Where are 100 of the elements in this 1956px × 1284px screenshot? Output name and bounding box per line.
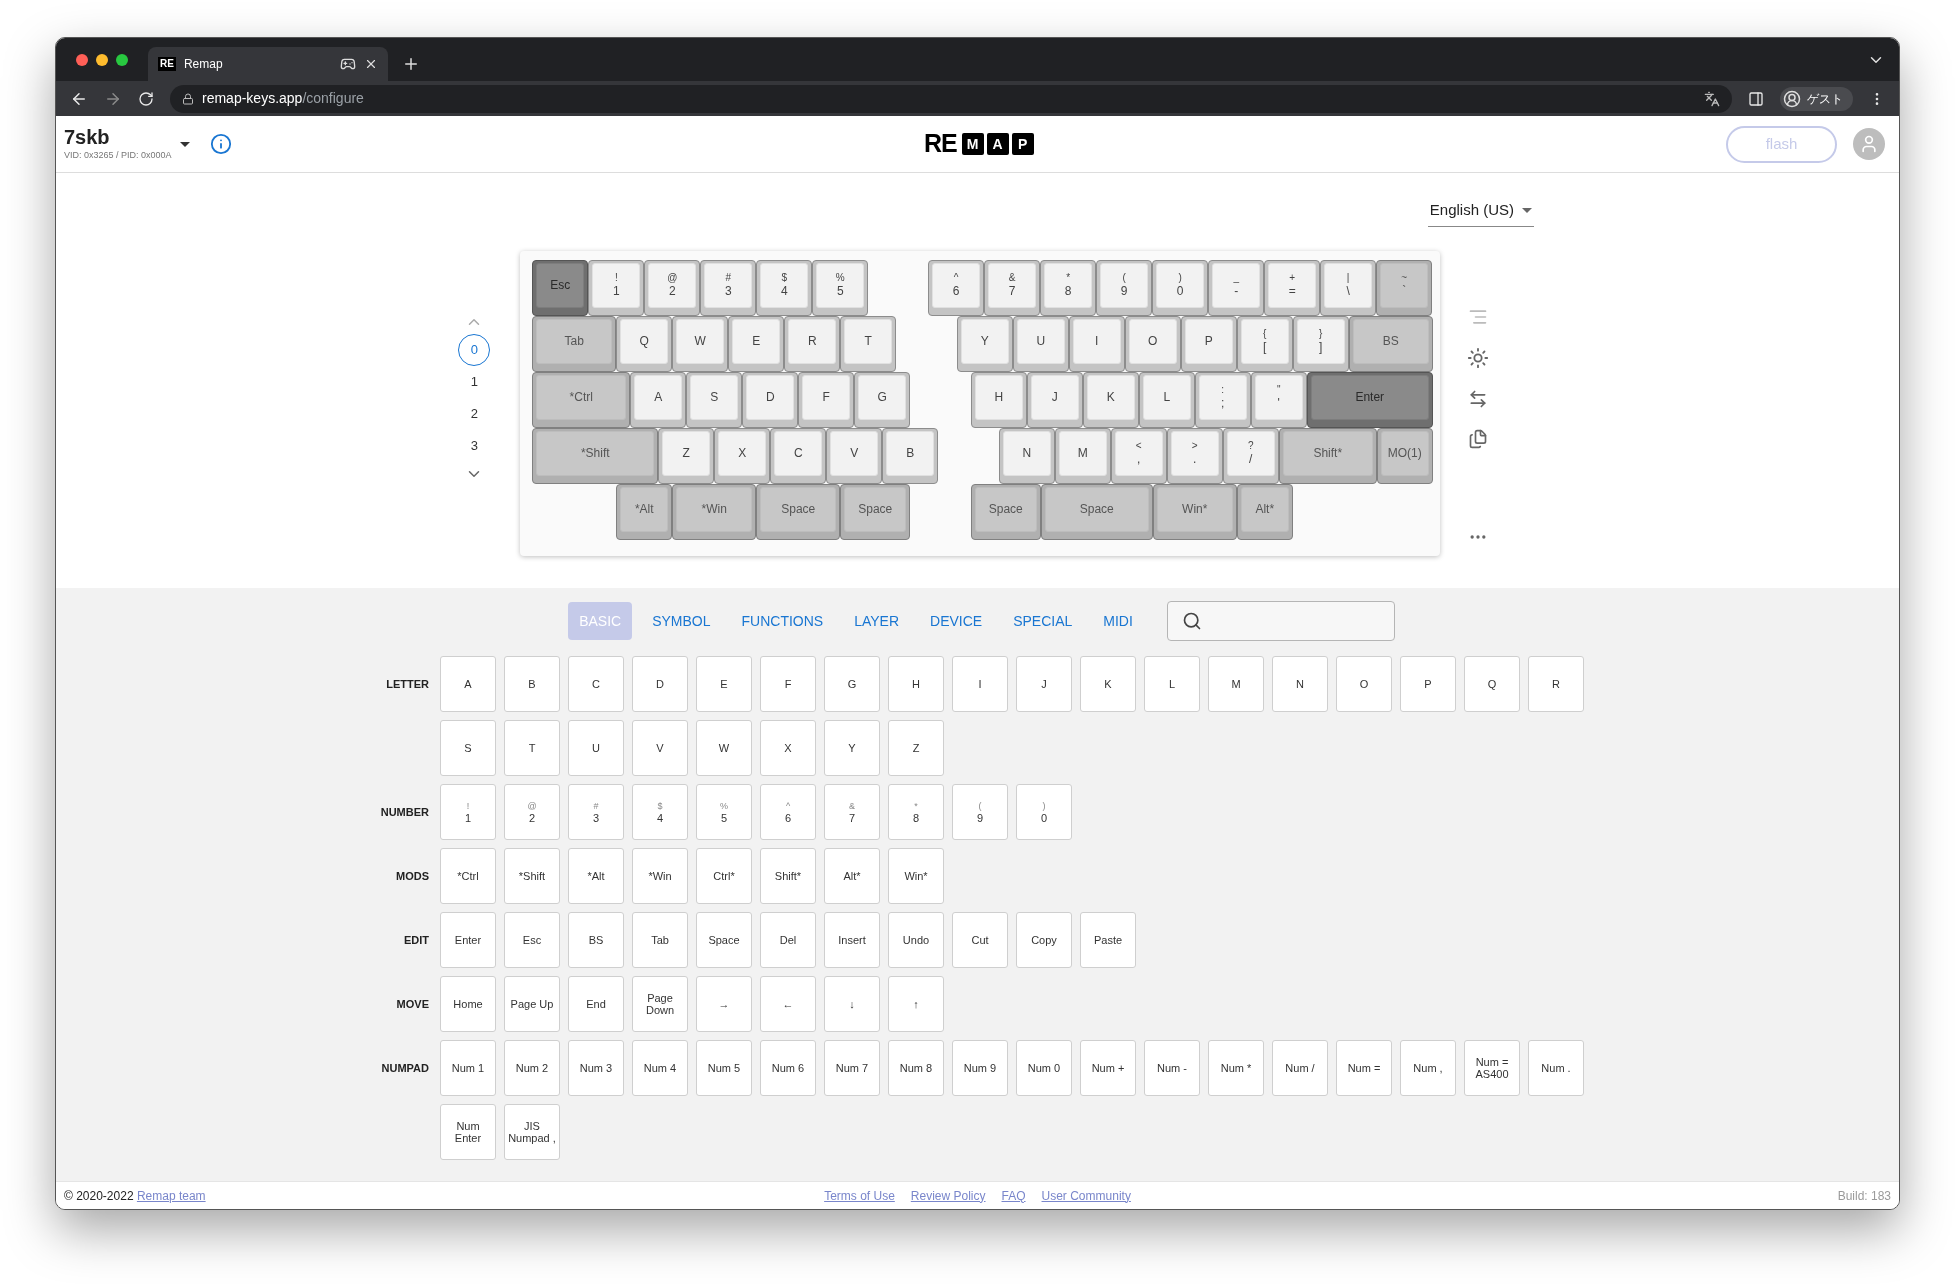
- address-bar[interactable]: remap-keys.app/configure: [170, 84, 1732, 113]
- keycap[interactable]: L: [1138, 371, 1195, 428]
- key-button[interactable]: @ 2: [504, 784, 560, 840]
- key-button[interactable]: R: [1528, 656, 1584, 712]
- key-button[interactable]: T: [504, 720, 560, 776]
- keycap[interactable]: < ,: [1110, 427, 1167, 484]
- keycap[interactable]: ~ `: [1376, 259, 1433, 316]
- key-button[interactable]: & 7: [824, 784, 880, 840]
- keycap[interactable]: Win*: [1152, 483, 1237, 540]
- team-link[interactable]: Remap team: [136, 1188, 206, 1203]
- key-button[interactable]: Num /: [1272, 1040, 1328, 1096]
- keycap[interactable]: J: [1026, 371, 1083, 428]
- close-icon[interactable]: [364, 57, 378, 71]
- footer-link[interactable]: Review Policy: [910, 1186, 986, 1205]
- category-tab[interactable]: SPECIAL: [1002, 602, 1084, 640]
- number-option[interactable]: 2: [458, 397, 491, 430]
- key-button[interactable]: $ 4: [632, 784, 688, 840]
- keycap[interactable]: Shift*: [1278, 427, 1377, 484]
- key-button[interactable]: Ctrl*: [696, 848, 752, 904]
- keycap[interactable]: Space: [756, 483, 841, 540]
- key-button[interactable]: Home: [440, 976, 496, 1032]
- key-button[interactable]: Insert: [824, 912, 880, 968]
- key-button[interactable]: S: [440, 720, 496, 776]
- key-button[interactable]: Q: [1464, 656, 1520, 712]
- light-icon[interactable]: [1466, 346, 1489, 369]
- keycap[interactable]: # 3: [700, 259, 757, 316]
- keycap[interactable]: U: [1012, 315, 1069, 372]
- keycap[interactable]: BS: [1348, 315, 1433, 372]
- close-window-icon[interactable]: [76, 53, 88, 66]
- keycap[interactable]: Q: [616, 315, 673, 372]
- key-button[interactable]: ) 0: [1016, 784, 1072, 840]
- key-button[interactable]: ←: [760, 976, 816, 1032]
- keycap[interactable]: X: [714, 427, 771, 484]
- key-button[interactable]: ( 9: [952, 784, 1008, 840]
- keycap[interactable]: MO(1): [1376, 427, 1433, 484]
- translate-icon[interactable]: [1704, 90, 1720, 107]
- key-button[interactable]: Num ,: [1400, 1040, 1456, 1096]
- key-button[interactable]: End: [568, 976, 624, 1032]
- key-button[interactable]: B: [504, 656, 560, 712]
- side-panel-icon[interactable]: [1748, 90, 1764, 107]
- key-button[interactable]: ! 1: [440, 784, 496, 840]
- key-button[interactable]: Num 1: [440, 1040, 496, 1096]
- keycap[interactable]: @ 2: [644, 259, 701, 316]
- key-button[interactable]: Cut: [952, 912, 1008, 968]
- key-button[interactable]: G: [824, 656, 880, 712]
- key-button[interactable]: Y: [824, 720, 880, 776]
- key-button[interactable]: M: [1208, 656, 1264, 712]
- key-button[interactable]: A: [440, 656, 496, 712]
- keycap[interactable]: _ -: [1208, 259, 1265, 316]
- keycap[interactable]: Alt*: [1236, 483, 1293, 540]
- keycap[interactable]: O: [1124, 315, 1181, 372]
- keycap[interactable]: V: [826, 427, 883, 484]
- category-tab[interactable]: DEVICE: [919, 602, 994, 640]
- keycap[interactable]: N: [998, 427, 1055, 484]
- key-button[interactable]: F: [760, 656, 816, 712]
- key-button[interactable]: Num 4: [632, 1040, 688, 1096]
- key-button[interactable]: E: [696, 656, 752, 712]
- key-button[interactable]: Esc: [504, 912, 560, 968]
- key-button[interactable]: *Ctrl: [440, 848, 496, 904]
- number-option[interactable]: 1: [458, 365, 491, 398]
- key-button[interactable]: Num 6: [760, 1040, 816, 1096]
- key-button[interactable]: ↓: [824, 976, 880, 1032]
- key-button[interactable]: W: [696, 720, 752, 776]
- key-button[interactable]: Space: [696, 912, 752, 968]
- keycap[interactable]: R: [784, 315, 841, 372]
- number-option[interactable]: 3: [458, 429, 491, 462]
- key-button[interactable]: BS: [568, 912, 624, 968]
- keycap[interactable]: F: [798, 371, 855, 428]
- category-tab[interactable]: LAYER: [843, 602, 911, 640]
- key-button[interactable]: L: [1144, 656, 1200, 712]
- keycap[interactable]: { [: [1236, 315, 1293, 372]
- keycap[interactable]: " ': [1250, 371, 1307, 428]
- key-button[interactable]: Del: [760, 912, 816, 968]
- new-tab-icon[interactable]: [402, 55, 420, 73]
- key-button[interactable]: Num =: [1336, 1040, 1392, 1096]
- keycap[interactable]: Space: [1040, 483, 1153, 540]
- key-button[interactable]: Num *: [1208, 1040, 1264, 1096]
- key-button[interactable]: # 3: [568, 784, 624, 840]
- key-button[interactable]: Num 9: [952, 1040, 1008, 1096]
- keycap[interactable]: ! 1: [588, 259, 645, 316]
- key-button[interactable]: *Alt: [568, 848, 624, 904]
- key-button[interactable]: * 8: [888, 784, 944, 840]
- keycap[interactable]: % 5: [812, 259, 869, 316]
- key-button[interactable]: Page Down: [632, 976, 688, 1032]
- key-button[interactable]: Num -: [1144, 1040, 1200, 1096]
- key-button[interactable]: N: [1272, 656, 1328, 712]
- keycap[interactable]: * 8: [1040, 259, 1097, 316]
- keycap[interactable]: D: [742, 371, 799, 428]
- keycap[interactable]: Space: [840, 483, 911, 540]
- key-button[interactable]: Alt*: [824, 848, 880, 904]
- key-button[interactable]: ^ 6: [760, 784, 816, 840]
- keycap[interactable]: I: [1068, 315, 1125, 372]
- key-button[interactable]: Num 0: [1016, 1040, 1072, 1096]
- language-select[interactable]: English (US): [1427, 199, 1534, 227]
- keycap[interactable]: *Win: [672, 483, 757, 540]
- key-button[interactable]: D: [632, 656, 688, 712]
- key-button[interactable]: →: [696, 976, 752, 1032]
- reload-icon[interactable]: [138, 90, 154, 107]
- category-tab[interactable]: SYMBOL: [641, 602, 722, 640]
- keycap[interactable]: ( 9: [1096, 259, 1153, 316]
